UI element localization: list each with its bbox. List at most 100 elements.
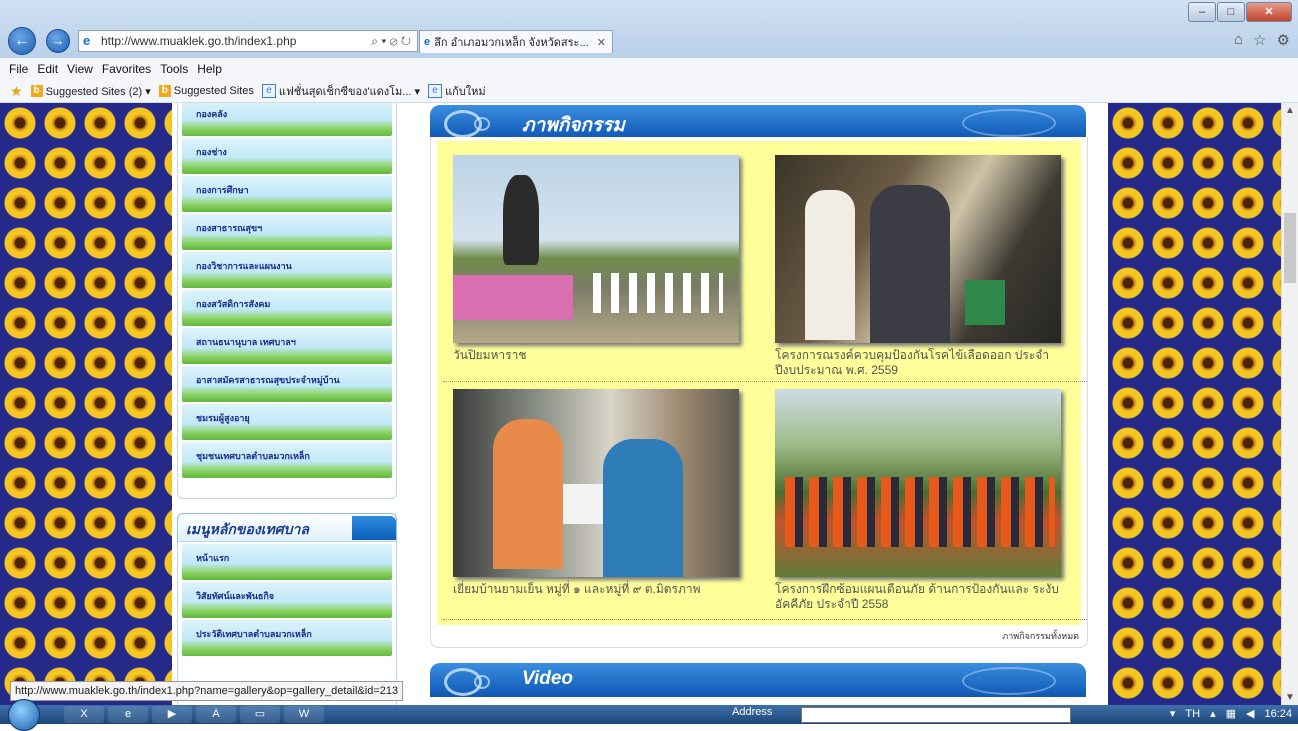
menu-view[interactable]: View	[67, 62, 93, 76]
status-url-tooltip: http://www.muaklek.go.th/index1.php?name…	[10, 681, 404, 701]
browser-tab[interactable]: e ลึก อำเภอมวกเหล็ก จังหวัดสระ... ✕	[419, 30, 613, 53]
person-shape	[870, 185, 950, 343]
taskbar-excel-icon[interactable]: X	[64, 706, 104, 723]
tray-expand-icon[interactable]: ▴	[1210, 706, 1216, 723]
taskbar-pdf-icon[interactable]: A	[196, 706, 236, 723]
gift-bag-shape	[563, 484, 603, 524]
menu-bar: File Edit View Favorites Tools Help	[0, 58, 1298, 81]
tray-network-icon[interactable]: ▦	[1226, 706, 1236, 723]
sidebar-item-public-health[interactable]: กองสาธารณสุขฯ	[182, 214, 392, 250]
sidebar-item-engineering[interactable]: กองช่าง	[182, 138, 392, 174]
ie-page-icon: e	[261, 84, 276, 98]
sidebar-item-history[interactable]: ประวัติเทศบาลตำบลมวกเหล็ก	[182, 620, 392, 656]
stage-shape	[453, 275, 573, 320]
all-activities-link[interactable]: ภาพกิจกรรมทั้งหมด	[1002, 629, 1079, 643]
favorites-add-icon[interactable]: ★	[10, 83, 23, 100]
favorite-suggested-sites-2[interactable]: b Suggested Sites (2) ▾	[30, 85, 151, 98]
sidebar-item-home[interactable]: หน้าแรก	[182, 544, 392, 580]
taskbar-ie-icon[interactable]: e	[108, 706, 148, 723]
gallery-caption-2[interactable]: โครงการณรงค์ควบคุมป้องกันโรคไข้เลือดออก …	[775, 348, 1075, 378]
vertical-scrollbar[interactable]: ▲ ▼	[1281, 103, 1298, 705]
tab-favicon-icon: e	[424, 36, 431, 48]
gallery-caption-4[interactable]: โครงการฝึกซ้อมแผนเตือนภัย ด้านการป้องกัน…	[775, 582, 1075, 612]
favorite-suggested-sites[interactable]: b Suggested Sites	[158, 85, 254, 97]
menu-file[interactable]: File	[9, 62, 28, 76]
favorite-new-tab-link[interactable]: e แก้บใหม่	[428, 82, 486, 100]
ie-logo-icon: e	[83, 33, 91, 48]
gallery-item-2[interactable]: โครงการณรงค์ควบคุมป้องกันโรคไข้เลือดออก …	[775, 155, 1075, 378]
person-shape	[805, 190, 855, 340]
bucket-shape	[965, 280, 1005, 325]
ring-decoration	[474, 117, 490, 131]
address-url: http://www.muaklek.go.th/index1.php	[101, 34, 297, 48]
main-menu-heading: เมนูหลักของเทศบาล	[177, 513, 397, 543]
sunflower-background-left	[0, 103, 172, 705]
gallery-item-3[interactable]: เยี่ยมบ้านยามเย็น หมู่ที่ ๑ และหมู่ที่ ๙…	[453, 389, 753, 597]
sidebar-item-pawnshop[interactable]: สถานธนานุบาล เทศบาลฯ	[182, 328, 392, 364]
sidebar: กองคลัง กองช่าง กองการศึกษา กองสาธารณสุข…	[177, 103, 397, 705]
department-menu: กองคลัง กองช่าง กองการศึกษา กองสาธารณสุข…	[177, 103, 397, 499]
start-button[interactable]	[8, 699, 40, 731]
address-bar[interactable]: e http://www.muaklek.go.th/index1.php ⌕ …	[78, 30, 418, 52]
favorites-bar: ★ b Suggested Sites (2) ▾ b Suggested Site…	[0, 80, 1298, 103]
sidebar-item-planning[interactable]: กองวิชาการและแผนงาน	[182, 252, 392, 288]
person-shape	[493, 419, 563, 569]
sidebar-item-community[interactable]: ชุมชนเทศบาลตำบลมวกเหล็ก	[182, 442, 392, 478]
crowd-shape	[785, 477, 1055, 547]
gallery-photo-1[interactable]	[453, 155, 739, 343]
gallery-caption-1[interactable]: วันปิยมหาราช	[453, 348, 753, 363]
page-viewport: กองคลัง กองช่าง กองการศึกษา กองสาธารณสุข…	[0, 103, 1281, 705]
maximize-button[interactable]: □	[1217, 2, 1245, 22]
gallery-heading: ภาพกิจกรรม	[522, 115, 625, 136]
favorites-star-icon[interactable]: ☆	[1253, 31, 1266, 49]
crowd-shape	[593, 273, 723, 313]
sidebar-item-vision[interactable]: วิสัยทัศน์และพันธกิจ	[182, 582, 392, 618]
menu-edit[interactable]: Edit	[37, 62, 58, 76]
settings-gear-icon[interactable]: ⚙	[1277, 31, 1290, 49]
taskbar-address-label: Address	[732, 706, 773, 718]
tray-volume-icon[interactable]: ◀	[1246, 706, 1254, 723]
system-tray: ▾ TH ▴ ▦ ◀ 16:24	[1170, 706, 1292, 723]
taskbar-address-field[interactable]	[801, 707, 1071, 723]
scroll-up-icon[interactable]: ▲	[1285, 105, 1295, 116]
row-divider	[443, 619, 1087, 620]
video-heading-bar: Video	[430, 663, 1086, 697]
window-controls: – □ ✕	[1187, 2, 1292, 22]
gallery-photo-3[interactable]	[453, 389, 739, 577]
gallery-item-4[interactable]: โครงการฝึกซ้อมแผนเตือนภัย ด้านการป้องกัน…	[775, 389, 1075, 612]
gallery-photo-2[interactable]	[775, 155, 1061, 343]
tray-arrow-icon[interactable]: ▾	[1170, 706, 1176, 723]
scroll-thumb[interactable]	[1284, 213, 1296, 283]
favorite-fashion-link[interactable]: e แฟชั่นสุดเช็กซีของ'แดงโม... ▾	[261, 82, 420, 100]
taskbar-word-icon[interactable]: W	[284, 706, 324, 723]
menu-favorites[interactable]: Favorites	[102, 62, 151, 76]
sidebar-item-education[interactable]: กองการศึกษา	[182, 176, 392, 212]
tray-language[interactable]: TH	[1185, 706, 1200, 723]
sidebar-item-health-volunteers[interactable]: อาสาสมัครสาธารณสุขประจำหมู่บ้าน	[182, 366, 392, 402]
sidebar-item-elderly-club[interactable]: ชมรมผู้สูงอายุ	[182, 404, 392, 440]
taskbar-folder-icon[interactable]: ▭	[240, 706, 280, 723]
menu-tools[interactable]: Tools	[160, 62, 188, 76]
gallery-caption-3[interactable]: เยี่ยมบ้านยามเย็น หมู่ที่ ๑ และหมู่ที่ ๙…	[453, 582, 753, 597]
ie-page-icon: e	[428, 84, 443, 98]
scroll-down-icon[interactable]: ▼	[1285, 692, 1295, 703]
close-tab-icon[interactable]: ✕	[597, 36, 606, 49]
home-icon[interactable]: ⌂	[1234, 31, 1243, 49]
main-content: ภาพกิจกรรม วันปิยมหาราช โครงการณรงค์ควบค…	[422, 103, 1090, 705]
taskbar-media-icon[interactable]: ▶	[152, 706, 192, 723]
gallery-grid: วันปิยมหาราช โครงการณรงค์ควบคุมป้องกันโร…	[437, 141, 1087, 625]
back-button[interactable]: ←	[8, 27, 36, 55]
gallery-photo-4[interactable]	[775, 389, 1061, 577]
tray-clock[interactable]: 16:24	[1264, 706, 1292, 723]
row-divider	[443, 381, 1087, 382]
gallery-item-1[interactable]: วันปิยมหาราช	[453, 155, 753, 363]
swirl-decoration	[962, 109, 1056, 137]
minimize-button[interactable]: –	[1188, 2, 1216, 22]
forward-button[interactable]: →	[46, 29, 70, 53]
sunflower-background-right	[1108, 103, 1281, 705]
close-window-button[interactable]: ✕	[1246, 2, 1292, 22]
menu-help[interactable]: Help	[197, 62, 222, 76]
sidebar-item-finance[interactable]: กองคลัง	[182, 103, 392, 136]
sidebar-item-social-welfare[interactable]: กองสวัสดิการสังคม	[182, 290, 392, 326]
search-refresh-icons[interactable]: ⌕ ▾ ⊘ ↻	[371, 34, 417, 49]
